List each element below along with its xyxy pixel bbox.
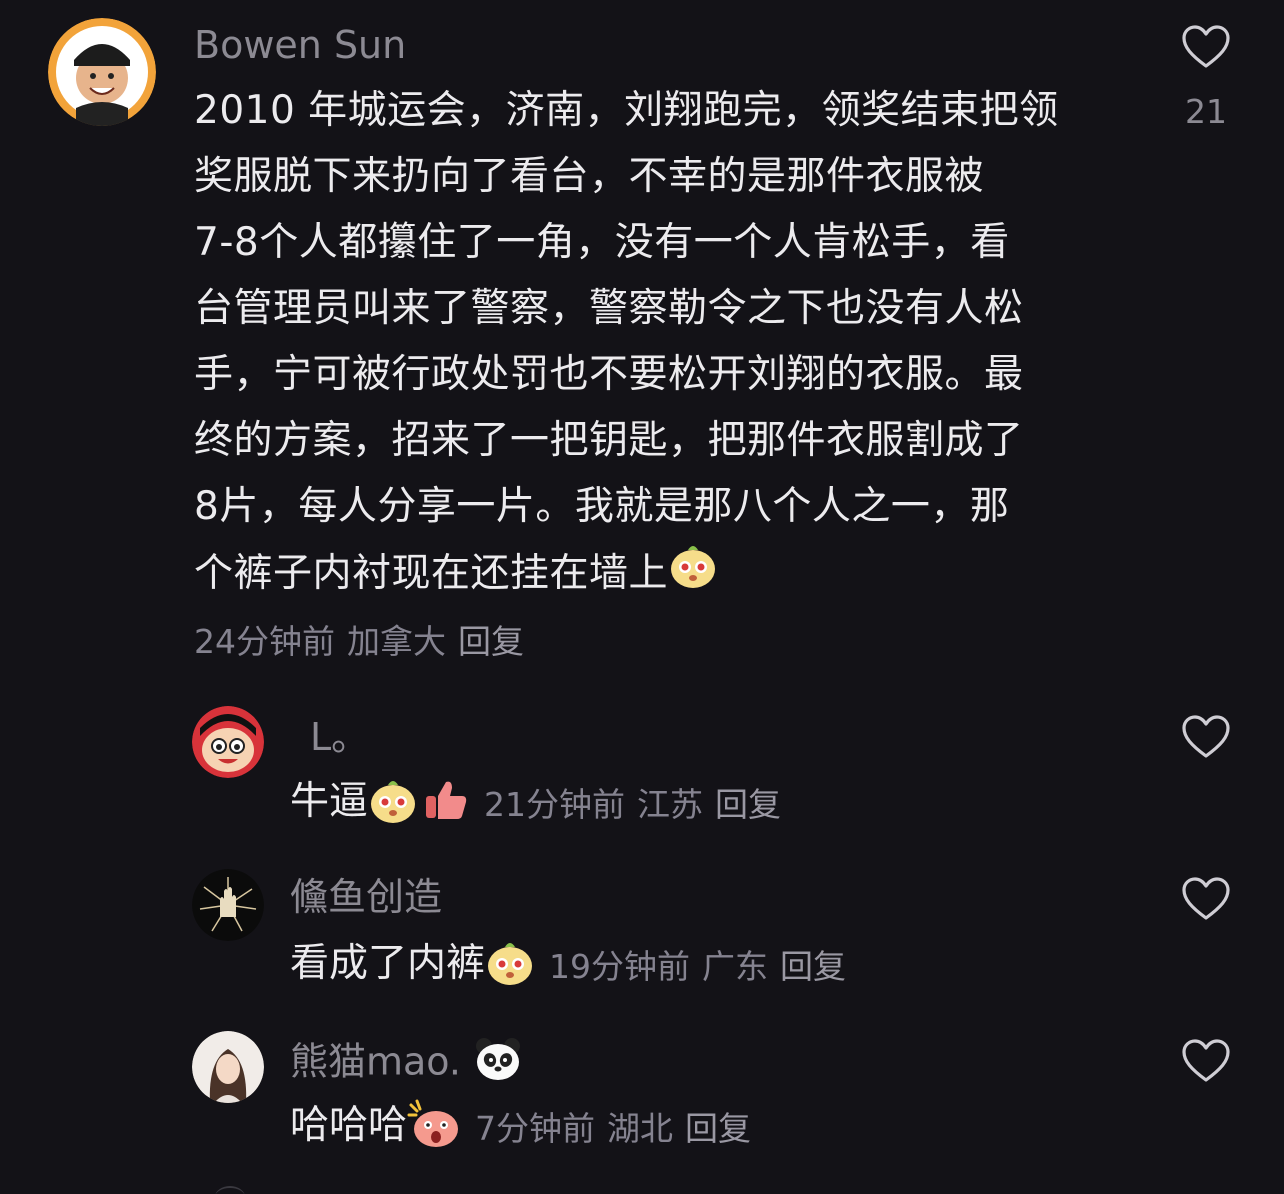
bun-face-emoji: [485, 937, 535, 991]
heart-outline-icon[interactable]: [1181, 24, 1231, 70]
reply-button[interactable]: 回复: [780, 947, 846, 986]
reply-time: 19分钟前: [549, 947, 691, 986]
reply-button[interactable]: 回复: [685, 1109, 751, 1148]
bun-face-emoji: [368, 775, 418, 829]
reply-time: 21分钟前: [484, 785, 626, 824]
comment-time: 24分钟前: [194, 622, 335, 661]
comment-line: 奖服脱下来扔向了看台，不幸的是那件衣服被: [194, 154, 985, 199]
comment-body: 2010 年城运会，济南，刘翔跑完，领奖结束把领 奖服脱下来扔向了看台，不幸的是…: [194, 78, 1124, 606]
heart-outline-icon[interactable]: [1181, 714, 1231, 760]
heart-outline-icon[interactable]: [1181, 876, 1231, 922]
avatar-reply-3[interactable]: [192, 1031, 264, 1103]
comment-line: 手，宁可被行政处罚也不要松开刘翔的衣服。最: [194, 352, 1024, 397]
comment-line: 7-8个人都攥住了一角，没有一个人肯松手，看: [194, 220, 1010, 265]
bun-face-emoji: [668, 540, 718, 611]
comment-line-last: 个裤子内衬现在还挂在墙上: [194, 540, 1124, 606]
avatar-reply-2[interactable]: [192, 869, 264, 941]
reply-username: 熊猫mao.: [290, 1036, 523, 1092]
comment-location: 加拿大: [347, 622, 446, 661]
comment-username[interactable]: Bowen Sun: [194, 22, 406, 68]
reply-meta: 7分钟前 湖北 回复: [475, 1102, 763, 1150]
reply-button[interactable]: 回复: [715, 785, 781, 824]
reply-username-text[interactable]: 熊猫mao.: [290, 1040, 461, 1084]
reply-body: 牛逼 21分钟前 江苏 回复: [290, 774, 793, 830]
reply-location: 湖北: [607, 1109, 674, 1148]
reply-username[interactable]: 儵鱼创造: [290, 874, 442, 920]
comment-thread: Bowen Sun 2010 年城运会，济南，刘翔跑完，领奖结束把领 奖服脱下来…: [0, 0, 1284, 1194]
reply-meta: 19分钟前 广东 回复: [549, 940, 858, 988]
comment-line: 8片，每人分享一片。我就是那八个人之一，那: [194, 484, 1010, 529]
reply-body: 看成了内裤 19分钟前 广东 回复: [290, 936, 858, 992]
reply-text: 看成了内裤: [290, 941, 486, 986]
next-avatar-peek: [215, 1186, 245, 1194]
reply-username[interactable]: L。: [310, 714, 369, 760]
reply-body: 哈哈哈 7分钟前 湖北 回复: [290, 1098, 763, 1154]
reply-button[interactable]: 回复: [458, 622, 524, 661]
avatar-bowen-sun[interactable]: [48, 18, 156, 126]
comment-line-text: 个裤子内衬现在还挂在墙上: [194, 551, 669, 596]
comment-line: 终的方案，招来了一把钥匙，把那件衣服割成了: [194, 418, 1024, 463]
comment-meta: 24分钟前 加拿大 回复: [194, 622, 536, 662]
reply-text: 牛逼: [290, 779, 369, 824]
like-count: 21: [1185, 92, 1227, 131]
reply-meta: 21分钟前 江苏 回复: [484, 778, 793, 826]
avatar-reply-1[interactable]: [192, 706, 264, 778]
thumbs-up-emoji: [422, 776, 470, 828]
reply-time: 7分钟前: [475, 1109, 596, 1148]
panda-emoji: [473, 1036, 523, 1092]
comment-line: 台管理员叫来了警察，警察勒令之下也没有人松: [194, 286, 1024, 331]
reply-text: 哈哈哈: [290, 1103, 408, 1148]
reply-location: 江苏: [637, 785, 704, 824]
heart-outline-icon[interactable]: [1181, 1038, 1231, 1084]
reply-location: 广东: [702, 947, 769, 986]
comment-line: 2010 年城运会，济南，刘翔跑完，领奖结束把领: [194, 88, 1059, 133]
shocked-face-emoji: [407, 1099, 461, 1153]
